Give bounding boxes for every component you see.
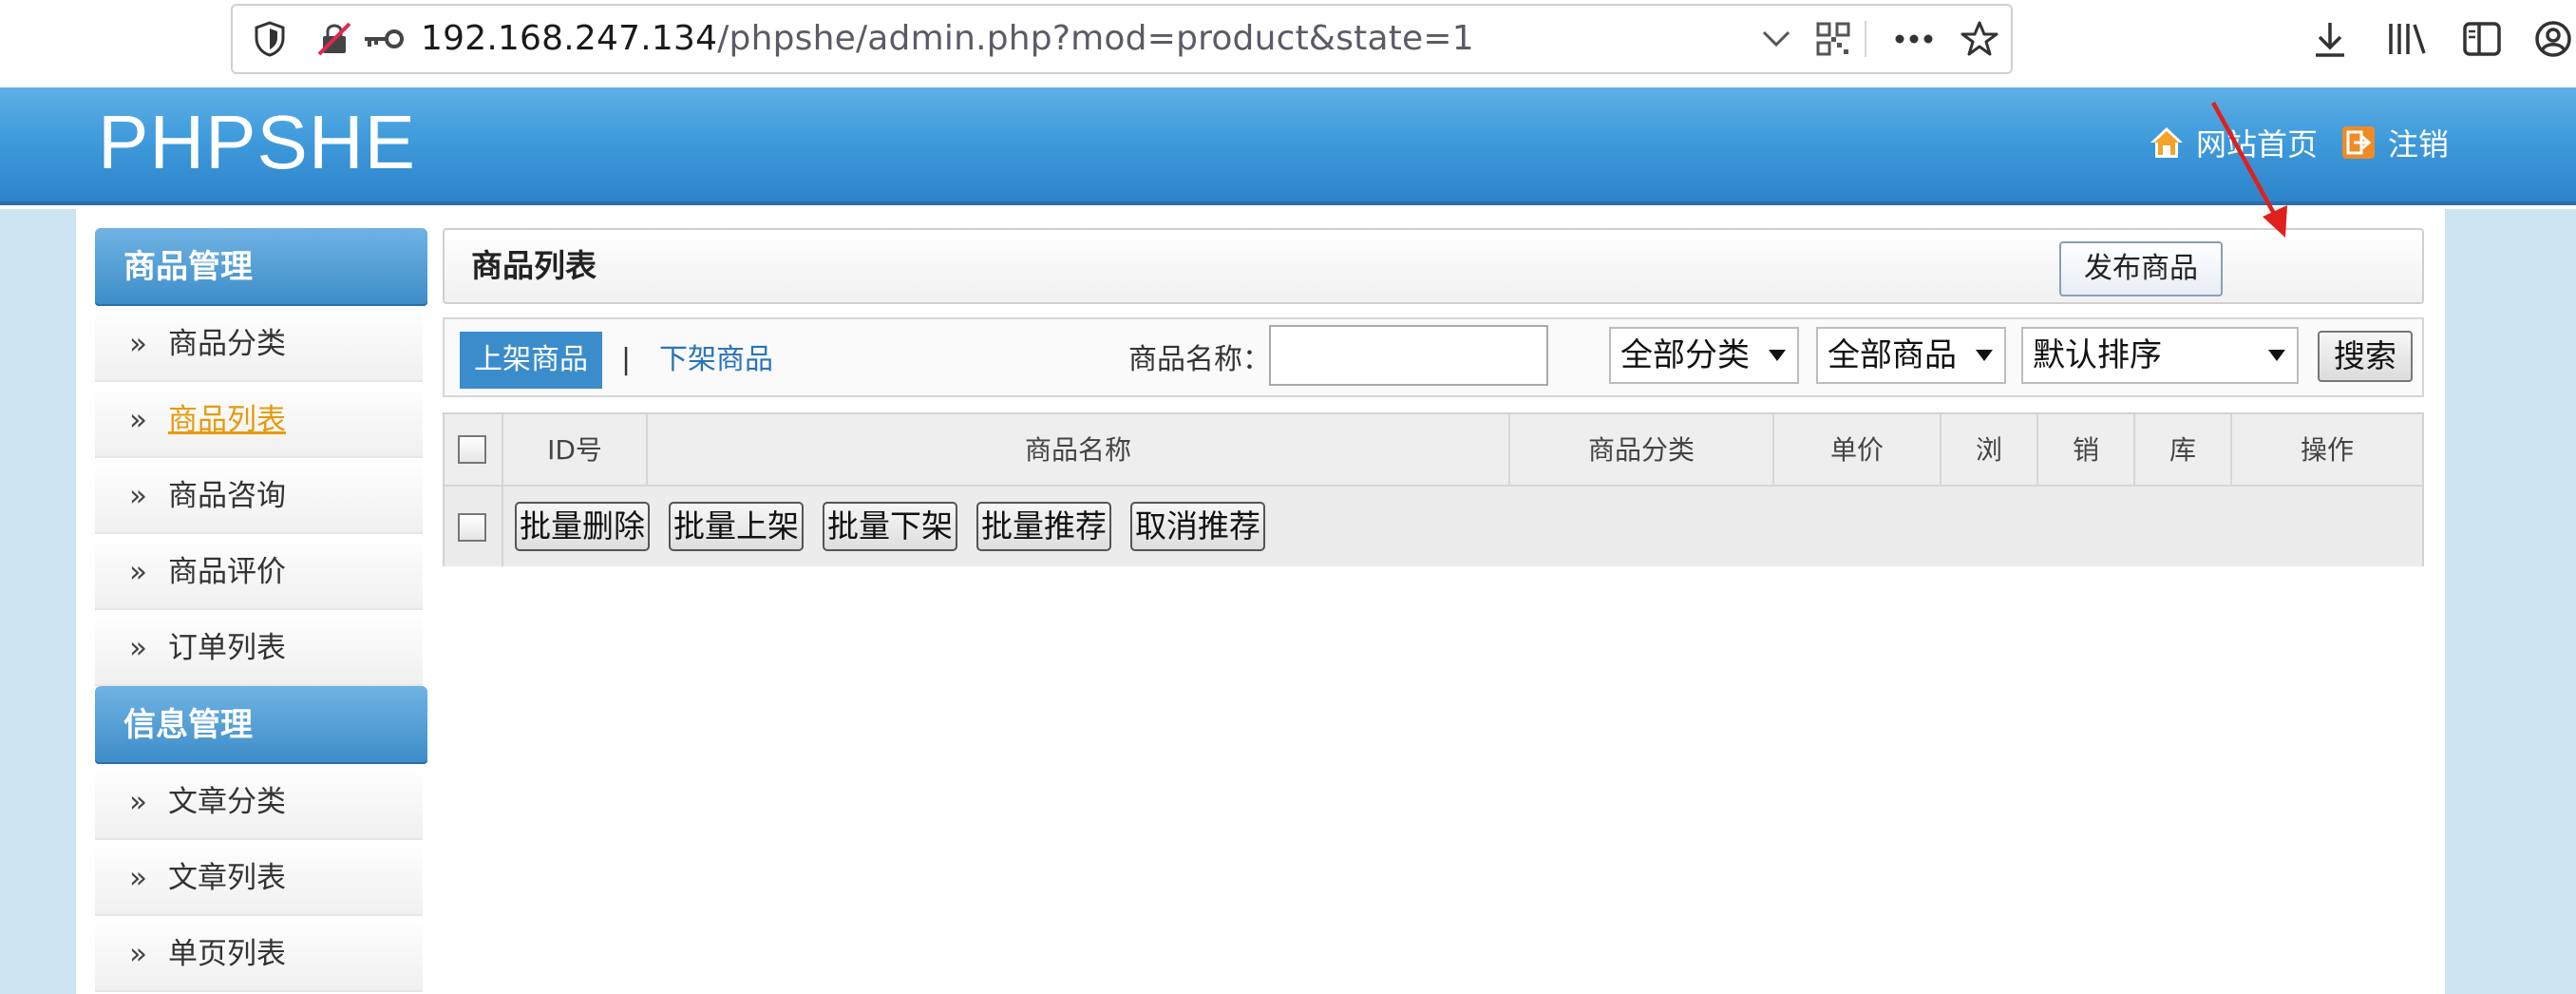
sidebar-item-article-list[interactable]: » 文章列表 (95, 840, 423, 916)
chevron-right-icon: » (129, 631, 147, 665)
column-header-category[interactable]: 商品分类 (1510, 414, 1774, 487)
sidebar-item-label: 商品评价 (167, 555, 286, 589)
dropdown-arrow-icon (2268, 350, 2285, 361)
chevron-down-icon[interactable] (1752, 6, 1800, 72)
logout-link-label: 注销 (2388, 126, 2450, 162)
sidebar-item-product-inquiry[interactable]: » 商品咨询 (95, 458, 423, 534)
shield-icon[interactable] (244, 6, 295, 72)
account-icon[interactable] (2530, 4, 2576, 74)
column-header-views[interactable]: 浏 (1941, 414, 2038, 487)
select-all-cell (445, 414, 503, 487)
publish-product-button[interactable]: 发布商品 (2059, 241, 2223, 296)
cancel-recommend-button[interactable]: 取消推荐 (1130, 502, 1265, 551)
sidebar-group-info-management[interactable]: 信息管理 (95, 686, 427, 764)
logout-link[interactable]: 注销 (2340, 122, 2449, 163)
chevron-right-icon: » (129, 555, 147, 589)
logout-icon (2342, 126, 2375, 159)
chevron-right-icon: » (129, 785, 147, 819)
sidebar-item-article-category[interactable]: » 文章分类 (95, 764, 423, 840)
sidebar-item-product-category[interactable]: » 商品分类 (95, 306, 423, 382)
chevron-right-icon: » (129, 861, 147, 895)
product-table: ID号 商品名称 商品分类 单价 浏 销 库 操作 批量删除 批量上架 批量下架… (443, 412, 2424, 566)
bulk-action-row: 批量删除 批量上架 批量下架 批量推荐 取消推荐 (445, 487, 2422, 566)
browser-toolbar: 192.168.247.134/phpshe/admin.php?mod=pro… (0, 0, 2576, 87)
sort-select[interactable]: 默认排序 (2021, 327, 2299, 384)
sidebar-item-label: 商品咨询 (167, 479, 286, 513)
sidebar-item-product-review[interactable]: » 商品评价 (95, 534, 423, 610)
bulk-delete-button[interactable]: 批量删除 (515, 502, 650, 551)
url-text[interactable]: 192.168.247.134/phpshe/admin.php?mod=pro… (421, 6, 1474, 72)
qr-code-icon[interactable] (1809, 6, 1857, 72)
sidebar-item-label: 订单列表 (167, 631, 286, 665)
tab-separator: | (621, 343, 632, 376)
product-name-input[interactable] (1269, 325, 1548, 386)
sidebar-item-label: 商品列表 (167, 403, 286, 437)
table-header-row: ID号 商品名称 商品分类 单价 浏 销 库 操作 (445, 414, 2422, 487)
column-header-name[interactable]: 商品名称 (648, 414, 1510, 487)
filter-bar: 上架商品 | 下架商品 商品名称： 全部分类 全部商品 默认排序 搜索 (443, 317, 2424, 397)
column-header-stock[interactable]: 库 (2135, 414, 2232, 487)
library-icon[interactable] (2380, 4, 2434, 74)
sidebar-group-product-management[interactable]: 商品管理 (95, 228, 427, 306)
key-icon[interactable] (360, 6, 407, 72)
url-path: /phpshe/admin.php?mod=product&state=1 (717, 19, 1474, 58)
site-logo: PHPSHE (98, 100, 416, 184)
sidebar-item-label: 单页列表 (167, 937, 286, 971)
column-header-id[interactable]: ID号 (503, 414, 648, 487)
sort-select-value: 默认排序 (2033, 336, 2162, 374)
sidebar-item-label: 文章列表 (167, 861, 286, 895)
insecure-lock-icon[interactable] (311, 6, 358, 72)
address-bar[interactable]: 192.168.247.134/phpshe/admin.php?mod=pro… (231, 4, 2013, 74)
bulk-off-shelf-button[interactable]: 批量下架 (823, 502, 957, 551)
dropdown-arrow-icon (1769, 350, 1786, 361)
sidebar-toggle-icon[interactable] (2456, 4, 2508, 74)
product-type-select[interactable]: 全部商品 (1816, 327, 2006, 384)
bulk-recommend-button[interactable]: 批量推荐 (976, 502, 1111, 551)
chevron-right-icon: » (129, 327, 147, 361)
bookmark-star-icon[interactable] (1954, 6, 2005, 72)
download-icon[interactable] (2306, 4, 2354, 74)
urlbar-divider (1865, 21, 1866, 57)
tab-off-shelf[interactable]: 下架商品 (659, 332, 773, 389)
chevron-right-icon: » (129, 937, 147, 971)
column-header-sales[interactable]: 销 (2038, 414, 2135, 487)
sidebar-item-page-list[interactable]: » 单页列表 (95, 916, 423, 992)
sidebar-item-product-list[interactable]: » 商品列表 (95, 382, 423, 458)
page-title-bar: 商品列表 发布商品 (443, 228, 2424, 304)
product-type-select-value: 全部商品 (1828, 336, 1957, 374)
sidebar-item-label: 商品分类 (167, 327, 286, 361)
more-actions-icon[interactable] (1885, 6, 1942, 72)
select-all-checkbox[interactable] (458, 435, 486, 464)
column-header-actions: 操作 (2300, 434, 2354, 466)
category-select[interactable]: 全部分类 (1609, 327, 1799, 384)
dropdown-arrow-icon (1976, 350, 1993, 361)
sidebar-item-label: 文章分类 (167, 785, 286, 819)
page-title: 商品列表 (471, 247, 597, 284)
home-icon (2150, 127, 2183, 158)
url-host: 192.168.247.134 (421, 19, 718, 58)
sidebar-item-order-list[interactable]: » 订单列表 (95, 610, 423, 686)
bulk-on-shelf-button[interactable]: 批量上架 (669, 502, 804, 551)
row-divider (502, 487, 503, 566)
chevron-right-icon: » (129, 403, 147, 437)
product-name-label: 商品名称： (1128, 343, 1271, 376)
search-button[interactable]: 搜索 (2318, 331, 2413, 382)
select-all-bottom-checkbox[interactable] (458, 513, 486, 542)
annotation-arrow-icon (2211, 101, 2287, 238)
chevron-right-icon: » (129, 479, 147, 513)
column-header-price[interactable]: 单价 (1774, 414, 1941, 487)
tab-on-shelf[interactable]: 上架商品 (460, 332, 602, 389)
category-select-value: 全部分类 (1620, 336, 1750, 374)
